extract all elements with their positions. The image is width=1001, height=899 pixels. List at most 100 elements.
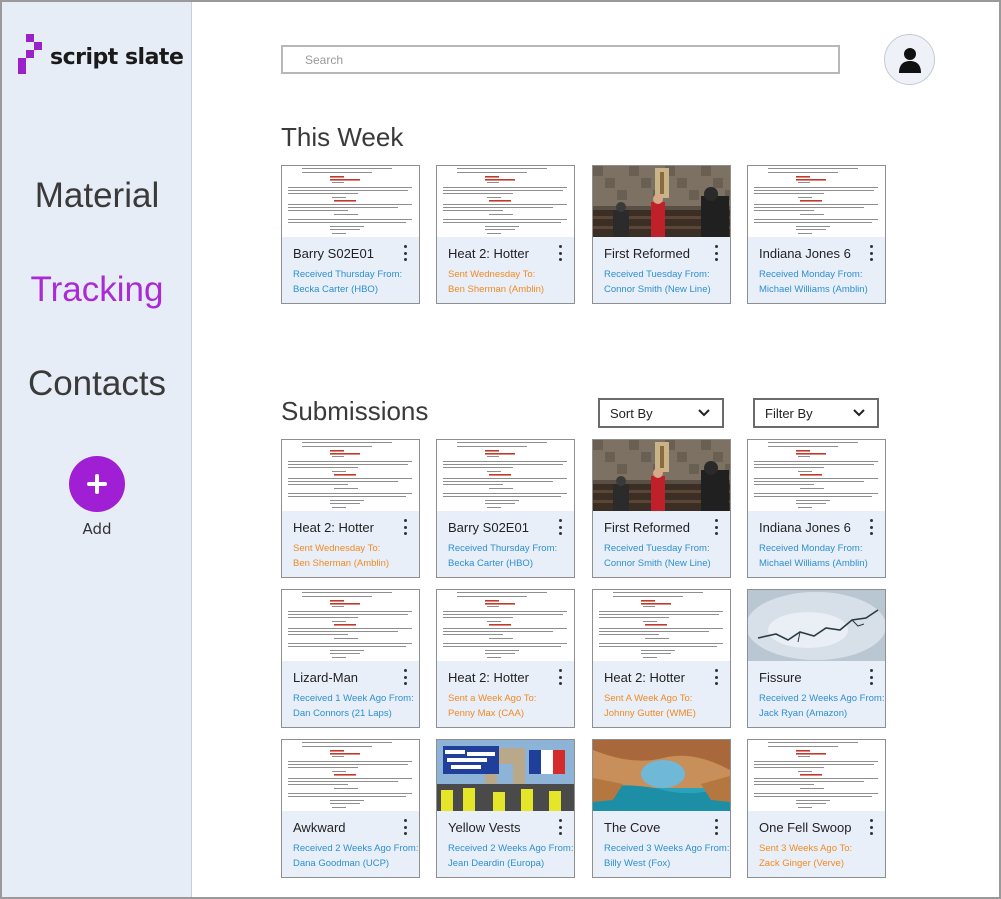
material-card[interactable]: Heat 2: Hotter Sent Wednesday To: Ben Sh… — [436, 165, 575, 304]
card-status-line: Received 1 Week Ago From: — [293, 693, 414, 704]
material-card[interactable]: First Reformed Received Tuesday From: Co… — [592, 165, 731, 304]
card-status-line: Received 2 Weeks Ago From: — [759, 693, 885, 704]
card-status-line: Received 2 Weeks Ago From: — [448, 843, 574, 854]
card-thumbnail — [593, 740, 730, 811]
more-options-icon[interactable] — [557, 669, 563, 685]
card-title: Heat 2: Hotter — [448, 246, 529, 261]
more-options-icon[interactable] — [868, 519, 874, 535]
card-thumbnail — [437, 166, 574, 237]
filter-by-dropdown[interactable]: Filter By — [753, 398, 879, 428]
sidebar-item-contacts[interactable]: Contacts — [2, 364, 192, 404]
card-status-line: Received Thursday From: — [448, 543, 558, 554]
card-thumbnail — [437, 440, 574, 511]
user-avatar[interactable] — [884, 34, 935, 85]
card-status-line: Sent A Week Ago To: — [604, 693, 693, 704]
material-card[interactable]: First Reformed Received Tuesday From: Co… — [592, 439, 731, 578]
card-thumbnail — [748, 166, 885, 237]
script-thumbnail — [437, 440, 574, 511]
card-contact-line: Ben Sherman (Amblin) — [293, 558, 390, 569]
script-thumbnail — [748, 440, 885, 511]
card-status-line: Received Thursday From: — [293, 269, 403, 280]
material-card[interactable]: The Cove Received 3 Weeks Ago From: Bill… — [592, 739, 731, 878]
sort-by-dropdown[interactable]: Sort By — [598, 398, 724, 428]
more-options-icon[interactable] — [557, 819, 563, 835]
more-options-icon[interactable] — [557, 245, 563, 261]
card-status-line: Received 3 Weeks Ago From: — [604, 843, 730, 854]
card-thumbnail — [282, 740, 419, 811]
add-label: Add — [82, 520, 112, 538]
card-thumbnail — [748, 590, 885, 661]
church-photo — [593, 166, 730, 237]
material-card[interactable]: Lizard-Man Received 1 Week Ago From: Dan… — [281, 589, 420, 728]
card-title: Heat 2: Hotter — [448, 670, 529, 685]
material-card[interactable]: Heat 2: Hotter Sent A Week Ago To: Johnn… — [592, 589, 731, 728]
more-options-icon[interactable] — [713, 819, 719, 835]
material-card[interactable]: Yellow Vests Received 2 Weeks Ago From: … — [436, 739, 575, 878]
logo[interactable]: script slate — [18, 34, 184, 80]
material-card[interactable]: Heat 2: Hotter Sent Wednesday To: Ben Sh… — [281, 439, 420, 578]
more-options-icon[interactable] — [868, 669, 874, 685]
more-options-icon[interactable] — [402, 245, 408, 261]
protest-photo — [437, 740, 574, 811]
card-title: Heat 2: Hotter — [604, 670, 685, 685]
card-title: The Cove — [604, 820, 661, 835]
card-title: Barry S02E01 — [448, 520, 529, 535]
script-thumbnail — [748, 166, 885, 237]
card-contact-line: Ben Sherman (Amblin) — [448, 284, 545, 295]
more-options-icon[interactable] — [868, 245, 874, 261]
sidebar-item-material[interactable]: Material — [2, 176, 192, 216]
material-card[interactable]: Heat 2: Hotter Sent a Week Ago To: Penny… — [436, 589, 575, 728]
card-contact-line: Michael Williams (Amblin) — [759, 558, 868, 569]
card-status-line: Received 2 Weeks Ago From: — [293, 843, 419, 854]
more-options-icon[interactable] — [713, 519, 719, 535]
card-title: Awkward — [293, 820, 346, 835]
chevron-down-icon — [698, 409, 710, 417]
more-options-icon[interactable] — [402, 519, 408, 535]
more-options-icon[interactable] — [402, 669, 408, 685]
material-card[interactable]: Barry S02E01 Received Thursday From: Bec… — [281, 165, 420, 304]
card-thumbnail — [282, 440, 419, 511]
card-title: Yellow Vests — [448, 820, 521, 835]
card-contact-line: Becka Carter (HBO) — [293, 284, 378, 295]
more-options-icon[interactable] — [402, 819, 408, 835]
script-thumbnail — [282, 166, 419, 237]
material-card[interactable]: One Fell Swoop Sent 3 Weeks Ago To: Zack… — [747, 739, 886, 878]
card-title: Barry S02E01 — [293, 246, 374, 261]
ice-photo — [748, 590, 885, 661]
card-status-line: Sent Wednesday To: — [448, 269, 536, 280]
script-thumbnail — [748, 740, 885, 811]
church-photo — [593, 440, 730, 511]
card-title: Indiana Jones 6 — [759, 520, 851, 535]
more-options-icon[interactable] — [713, 669, 719, 685]
script-thumbnail — [437, 590, 574, 661]
material-card[interactable]: Indiana Jones 6 Received Monday From: Mi… — [747, 439, 886, 578]
script-thumbnail — [437, 166, 574, 237]
chevron-down-icon — [853, 409, 865, 417]
card-status-line: Received Monday From: — [759, 543, 863, 554]
script-thumbnail — [593, 590, 730, 661]
material-card[interactable]: Barry S02E01 Received Thursday From: Bec… — [436, 439, 575, 578]
plus-icon — [87, 474, 107, 494]
filter-by-label: Filter By — [765, 405, 813, 421]
material-card[interactable]: Indiana Jones 6 Received Monday From: Mi… — [747, 165, 886, 304]
card-thumbnail — [593, 440, 730, 511]
script-thumbnail — [282, 440, 419, 511]
more-options-icon[interactable] — [868, 819, 874, 835]
card-status-line: Sent 3 Weeks Ago To: — [759, 843, 853, 854]
more-options-icon[interactable] — [557, 519, 563, 535]
logo-text: script slate — [50, 44, 184, 70]
card-contact-line: Connor Smith (New Line) — [604, 284, 711, 295]
add-button[interactable] — [69, 456, 125, 512]
material-card[interactable]: Fissure Received 2 Weeks Ago From: Jack … — [747, 589, 886, 728]
material-card[interactable]: Awkward Received 2 Weeks Ago From: Dana … — [281, 739, 420, 878]
card-contact-line: Billy West (Fox) — [604, 858, 671, 869]
this-week-title: This Week — [281, 122, 404, 152]
cove-photo — [593, 740, 730, 811]
sidebar-item-tracking[interactable]: Tracking — [2, 270, 192, 310]
card-title: First Reformed — [604, 520, 690, 535]
card-thumbnail — [593, 590, 730, 661]
search-input[interactable] — [281, 45, 840, 74]
script-thumbnail — [282, 590, 419, 661]
card-contact-line: Connor Smith (New Line) — [604, 558, 711, 569]
more-options-icon[interactable] — [713, 245, 719, 261]
